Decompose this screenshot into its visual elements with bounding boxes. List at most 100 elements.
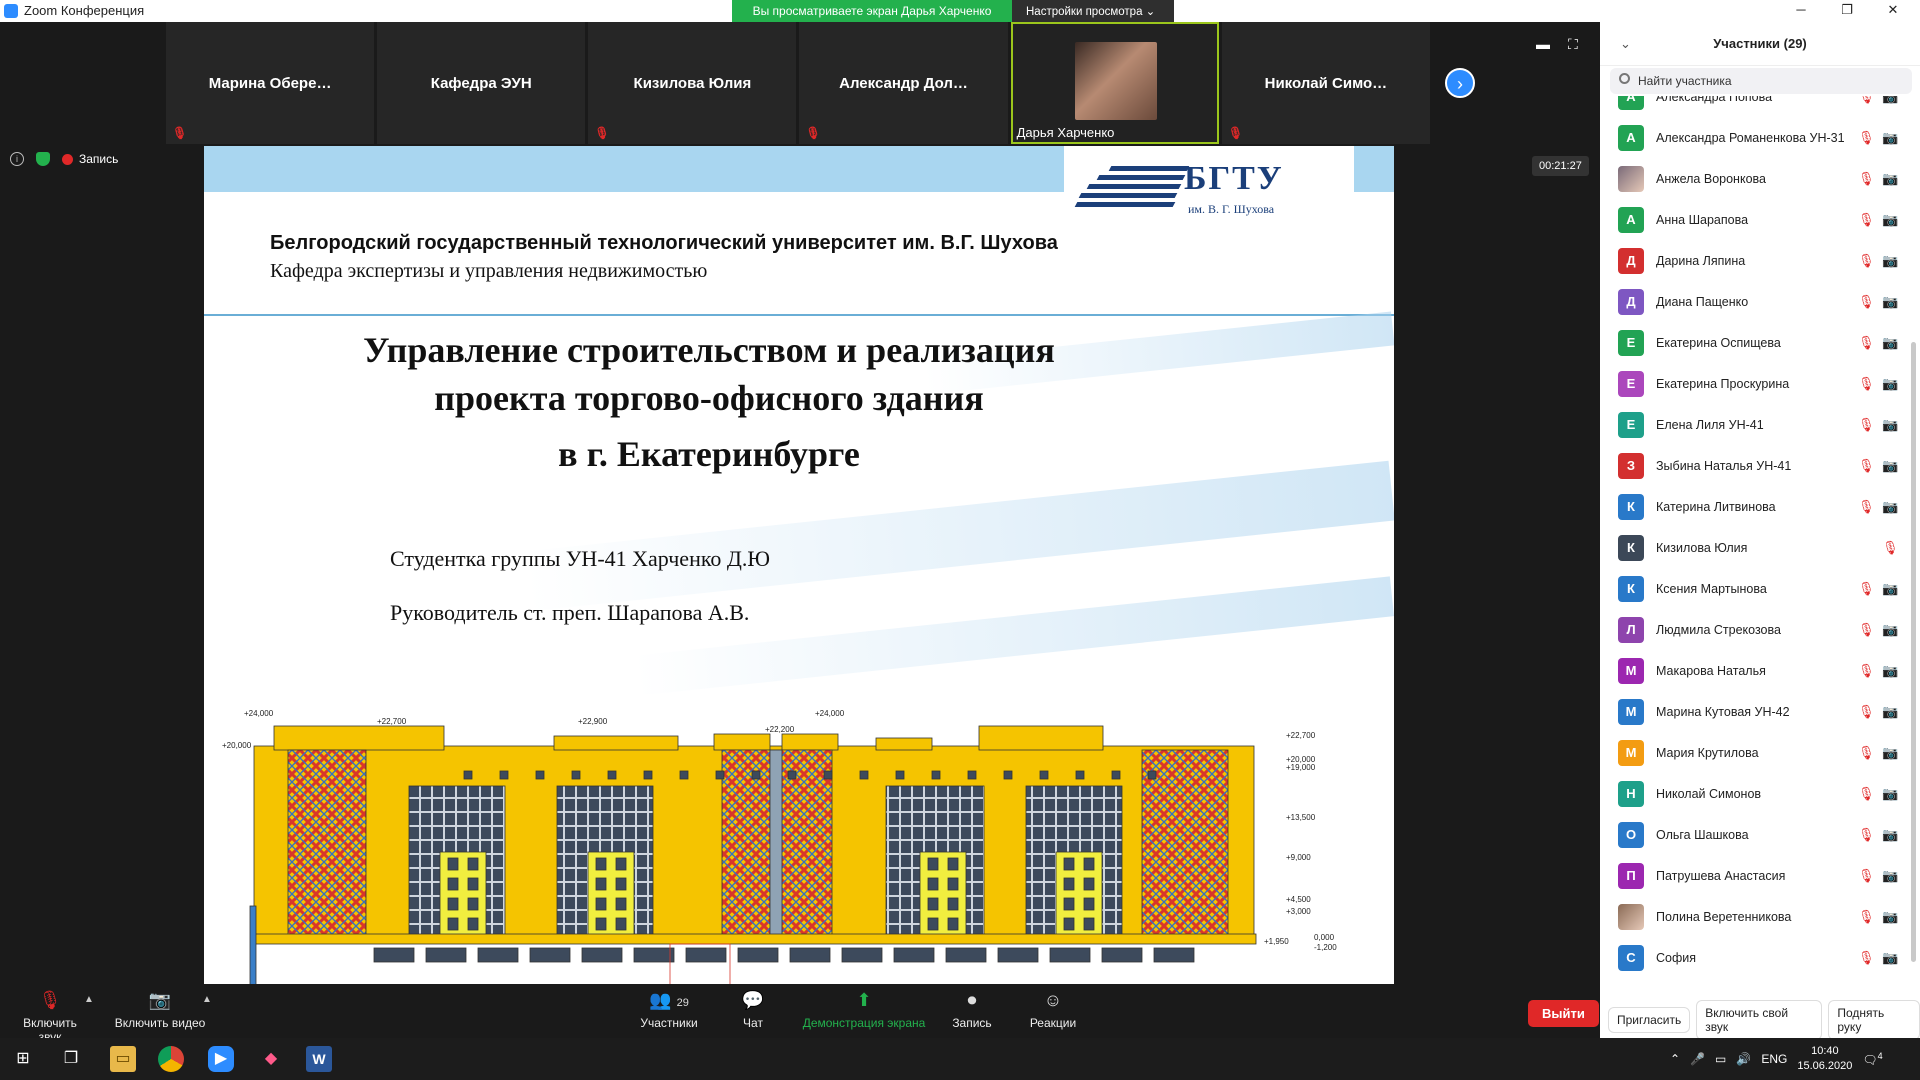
participant-row[interactable]: З Зыбина Наталья УН-41 🎙 📷 bbox=[1600, 445, 1920, 486]
reactions-button[interactable]: ☺ Реакции bbox=[1024, 990, 1082, 1030]
layout-toggle-icon[interactable]: ▬ bbox=[1536, 36, 1550, 53]
windows-start-icon[interactable]: ⊞ bbox=[10, 1046, 36, 1072]
muted-mic-icon: 🎙 bbox=[1858, 867, 1875, 883]
participant-row[interactable]: А Александра Романенкова УН-31 🎙 📷 bbox=[1600, 117, 1920, 158]
minimize-button[interactable]: ─ bbox=[1778, 0, 1824, 22]
ground-window bbox=[1049, 947, 1091, 963]
participant-list-scrollbar[interactable] bbox=[1911, 342, 1916, 962]
participant-row[interactable]: Анжела Воронкова 🎙 📷 bbox=[1600, 158, 1920, 199]
participant-row[interactable]: О Ольга Шашкова 🎙 📷 bbox=[1600, 814, 1920, 855]
participant-name: Зыбина Наталья УН-41 bbox=[1656, 458, 1792, 473]
clock[interactable]: 10:40 15.06.2020 bbox=[1797, 1044, 1852, 1074]
notification-count: 4 bbox=[1877, 1051, 1883, 1061]
window-pane bbox=[595, 877, 607, 891]
muted-mic-icon: 🎙 bbox=[1858, 293, 1875, 309]
network-icon[interactable]: ▭ bbox=[1715, 1052, 1726, 1066]
view-options-button[interactable]: Настройки просмотра ⌄ bbox=[1012, 0, 1174, 22]
video-options-caret-icon[interactable]: ▲ bbox=[202, 994, 212, 1005]
chat-button[interactable]: 💬 Чат bbox=[730, 990, 776, 1030]
microphone-tray-icon[interactable]: 🎤 bbox=[1690, 1052, 1705, 1066]
participant-row[interactable]: Л Людмила Стрекозова 🎙 📷 bbox=[1600, 609, 1920, 650]
window-panel bbox=[1055, 851, 1103, 937]
participant-row[interactable]: Полина Веретенникова 🎙 📷 bbox=[1600, 896, 1920, 937]
video-thumbnail[interactable]: Александр Дол… 🎙 bbox=[799, 22, 1008, 144]
muted-mic-icon: 🎙 bbox=[1858, 826, 1875, 842]
window-pane bbox=[947, 857, 959, 871]
video-thumbnail[interactable]: Николай Симо… 🎙 bbox=[1221, 22, 1430, 144]
meeting-info-icon[interactable]: i bbox=[10, 152, 24, 166]
unmute-me-button[interactable]: Включить свой звук bbox=[1696, 1000, 1823, 1040]
participant-name: Ольга Шашкова bbox=[1656, 827, 1749, 842]
participant-search-input[interactable]: Найти участника bbox=[1610, 68, 1912, 94]
unmute-button[interactable]: 🎙 Включить звук bbox=[10, 990, 90, 1044]
participant-row[interactable]: К Катерина Литвинова 🎙 📷 bbox=[1600, 486, 1920, 527]
task-view-icon[interactable]: ❐ bbox=[58, 1046, 84, 1072]
participant-name: Анжела Воронкова bbox=[1656, 171, 1766, 186]
participant-row[interactable]: Н Николай Симонов 🎙 📷 bbox=[1600, 773, 1920, 814]
share-screen-button[interactable]: ⬆ Демонстрация экрана bbox=[798, 990, 930, 1030]
language-indicator[interactable]: ENG bbox=[1761, 1052, 1787, 1066]
share-screen-icon: ⬆ bbox=[856, 990, 872, 1010]
participant-row[interactable]: Е Екатерина Проскурина 🎙 📷 bbox=[1600, 363, 1920, 404]
participants-button[interactable]: 👥 29 Участники bbox=[634, 990, 704, 1030]
zoom-taskbar-icon[interactable]: ▶ bbox=[208, 1046, 234, 1072]
participant-row[interactable]: К Ксения Мартынова 🎙 📷 bbox=[1600, 568, 1920, 609]
muted-mic-icon: 🎙 bbox=[1858, 498, 1875, 514]
next-page-button[interactable]: › bbox=[1445, 68, 1475, 98]
video-thumbnail[interactable]: Дарья Харченко bbox=[1010, 22, 1219, 144]
participant-row[interactable]: Е Екатерина Оспищева 🎙 📷 bbox=[1600, 322, 1920, 363]
video-thumbnail[interactable]: Кафедра ЭУН bbox=[377, 22, 586, 144]
ground-window bbox=[893, 947, 935, 963]
participant-row[interactable]: К Кизилова Юлия 🎙 bbox=[1600, 527, 1920, 568]
chrome-icon[interactable] bbox=[158, 1046, 184, 1072]
participant-row[interactable]: С София 🎙 📷 bbox=[1600, 937, 1920, 978]
participant-row[interactable]: А Александра Попова 🎙 📷 bbox=[1600, 96, 1920, 117]
muted-mic-icon: 🎙 bbox=[1858, 170, 1875, 186]
volume-icon[interactable]: 🔊 bbox=[1736, 1052, 1751, 1066]
start-video-button[interactable]: 📷 Включить видео bbox=[112, 990, 208, 1030]
fullscreen-icon[interactable]: ⛶ bbox=[1568, 36, 1578, 53]
participant-row[interactable]: Е Елена Лиля УН-41 🎙 📷 bbox=[1600, 404, 1920, 445]
video-thumbnail[interactable]: Кизилова Юлия 🎙 bbox=[588, 22, 797, 144]
participant-name: Александра Попова bbox=[1656, 96, 1773, 104]
maximize-button[interactable]: ❐ bbox=[1824, 0, 1870, 22]
participant-row[interactable]: М Мария Крутилова 🎙 📷 bbox=[1600, 732, 1920, 773]
raise-hand-button[interactable]: Поднять руку bbox=[1828, 1000, 1920, 1040]
participant-row[interactable]: П Патрушева Анастасия 🎙 📷 bbox=[1600, 855, 1920, 896]
participant-row[interactable]: Д Диана Пащенко 🎙 📷 bbox=[1600, 281, 1920, 322]
slide-divider bbox=[204, 314, 1394, 316]
tray-expand-icon[interactable]: ⌃ bbox=[1670, 1052, 1680, 1066]
video-off-icon: 📷 bbox=[1882, 96, 1899, 104]
small-window bbox=[463, 770, 473, 780]
recording-indicator[interactable]: Запись bbox=[62, 152, 118, 166]
reactions-label: Реакции bbox=[1029, 1016, 1077, 1030]
participant-row[interactable]: М Макарова Наталья 🎙 📷 bbox=[1600, 650, 1920, 691]
window-title: Zoom Конференция bbox=[24, 3, 145, 18]
participants-panel: ⌄ Участники (29) Найти участника А Алекса… bbox=[1600, 22, 1920, 1040]
audio-options-caret-icon[interactable]: ▲ bbox=[84, 994, 94, 1005]
participant-name: Елена Лиля УН-41 bbox=[1656, 417, 1764, 432]
ground-window bbox=[1101, 947, 1143, 963]
file-explorer-icon[interactable]: ▭ bbox=[110, 1046, 136, 1072]
invite-button[interactable]: Пригласить bbox=[1608, 1007, 1691, 1033]
notifications-icon[interactable]: 🗨4 bbox=[1862, 1051, 1882, 1067]
word-icon[interactable]: W bbox=[306, 1046, 332, 1072]
record-dot-icon bbox=[62, 154, 73, 166]
window-pane bbox=[595, 857, 607, 871]
encryption-shield-icon[interactable] bbox=[36, 152, 50, 166]
leave-button[interactable]: Выйти bbox=[1528, 1000, 1599, 1027]
window-pane bbox=[615, 917, 627, 931]
participant-row[interactable]: А Анна Шарапова 🎙 📷 bbox=[1600, 199, 1920, 240]
participant-name: Анна Шарапова bbox=[1656, 212, 1749, 227]
close-button[interactable]: ✕ bbox=[1870, 0, 1916, 22]
video-thumbnail[interactable]: Марина Обере… 🎙 bbox=[166, 22, 375, 144]
record-button[interactable]: ⏺ Запись bbox=[946, 990, 998, 1030]
roof-block bbox=[553, 735, 679, 751]
chat-icon: 💬 bbox=[741, 990, 765, 1010]
window-pane bbox=[927, 897, 939, 911]
participant-row[interactable]: Д Дарина Ляпина 🎙 📷 bbox=[1600, 240, 1920, 281]
window-pane bbox=[1063, 857, 1075, 871]
ground-window bbox=[373, 947, 415, 963]
participant-row[interactable]: М Марина Кутовая УН-42 🎙 📷 bbox=[1600, 691, 1920, 732]
paint-app-icon[interactable]: ◆ bbox=[258, 1046, 284, 1072]
